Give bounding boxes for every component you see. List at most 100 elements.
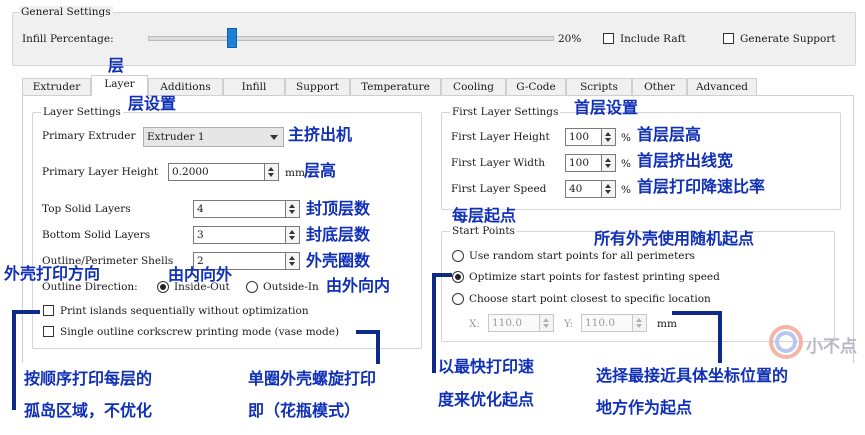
tab-additions[interactable]: Additions	[148, 78, 223, 95]
annotation-fastest-line1: 以最快打印速	[438, 357, 535, 376]
first-layer-speed-input[interactable]: 40	[565, 180, 602, 198]
first-layer-width-input[interactable]: 100	[565, 154, 602, 172]
outside-in-label: Outside-In	[263, 281, 319, 293]
x-coordinate-spinner[interactable]	[540, 314, 554, 332]
y-coordinate-input[interactable]: 110.0	[581, 314, 633, 332]
bottom-solid-layers-label: Bottom Solid Layers	[42, 229, 151, 241]
y-coordinate-value: 110.0	[585, 317, 616, 329]
closest-start-radio[interactable]	[452, 293, 464, 305]
bottom-solid-layers-input[interactable]: 3	[193, 226, 286, 244]
tab-cooling[interactable]: Cooling	[441, 78, 506, 95]
fastest-start-radio[interactable]	[452, 271, 464, 283]
x-coordinate-input[interactable]: 110.0	[488, 314, 540, 332]
tab-temperature[interactable]: Temperature	[350, 78, 441, 95]
annotation-vase-line2: 即（花瓶模式）	[248, 401, 361, 420]
annotation-layer-tab: 层	[108, 56, 125, 75]
primary-extruder-select[interactable]: Extruder 1	[143, 127, 284, 147]
tab-support-label: Support	[296, 81, 339, 93]
tab-infill[interactable]: Infill	[223, 78, 285, 95]
first-layer-settings-title: First Layer Settings	[450, 106, 561, 118]
annotation-shells: 外壳圈数	[306, 251, 371, 270]
x-coordinate-value: 110.0	[492, 317, 523, 329]
tab-scripts[interactable]: Scripts	[566, 78, 632, 95]
annotation-islands-line1: 按顺序打印每层的	[24, 369, 153, 388]
tab-additions-label: Additions	[160, 81, 211, 93]
first-layer-speed-spinner[interactable]	[602, 180, 616, 198]
annotation-closest-line1: 选择最接近具体坐标位置的	[596, 366, 789, 385]
annotation-layer-settings: 层设置	[128, 94, 177, 113]
first-layer-height-unit: %	[621, 132, 631, 144]
annotation-primary-extruder: 主挤出机	[288, 125, 353, 144]
annotation-outline-direction: 外壳打印方向	[4, 264, 101, 283]
primary-layer-height-input[interactable]: 0.2000	[168, 163, 265, 181]
primary-layer-height-value: 0.2000	[172, 166, 209, 178]
first-layer-width-spinner[interactable]	[602, 154, 616, 172]
primary-layer-height-label: Primary Layer Height	[42, 166, 159, 178]
watermark-text: 小不点	[806, 337, 857, 357]
bottom-solid-layers-spinner[interactable]	[286, 226, 300, 244]
generate-support-label: Generate Support	[740, 33, 836, 45]
tab-layer[interactable]: Layer	[91, 75, 148, 96]
tab-support[interactable]: Support	[285, 78, 350, 95]
generate-support-checkbox[interactable]	[723, 33, 734, 44]
tab-temperature-label: Temperature	[361, 81, 430, 93]
top-solid-layers-spinner[interactable]	[286, 200, 300, 218]
annotation-vase-line1: 单圈外壳螺旋打印	[248, 369, 377, 388]
include-raft-checkbox[interactable]	[603, 33, 614, 44]
first-layer-height-value: 100	[569, 131, 590, 143]
x-coordinate-label: X:	[469, 318, 481, 330]
closest-start-label: Choose start point closest to specific l…	[469, 293, 711, 305]
bottom-solid-layers-value: 3	[197, 229, 204, 241]
single-outline-checkbox[interactable]	[43, 326, 54, 337]
primary-extruder-value: Extruder 1	[147, 131, 205, 143]
primary-layer-height-unit: mm	[285, 167, 305, 179]
infill-slider[interactable]	[148, 28, 554, 48]
infill-percentage-value: 20%	[558, 33, 582, 45]
top-solid-layers-input[interactable]: 4	[193, 200, 286, 218]
infill-slider-thumb[interactable]	[227, 28, 237, 48]
bracket-islands-h	[12, 310, 40, 314]
first-layer-height-label: First Layer Height	[451, 131, 550, 143]
annotation-islands-line2: 孤岛区域，不优化	[24, 401, 153, 420]
fastest-start-label: Optimize start points for fastest printi…	[469, 271, 720, 283]
tab-gcode-label: G-Code	[516, 81, 556, 93]
first-layer-height-spinner[interactable]	[602, 128, 616, 146]
general-settings-title: General Settings	[19, 6, 113, 18]
first-layer-width-label: First Layer Width	[451, 157, 546, 169]
random-start-radio[interactable]	[452, 250, 464, 262]
bracket-closest-h	[672, 311, 722, 315]
annotation-first-layer-settings: 首层设置	[574, 98, 639, 117]
tab-advanced[interactable]: Advanced	[687, 78, 757, 95]
primary-extruder-label: Primary Extruder	[42, 130, 136, 142]
first-layer-height-input[interactable]: 100	[565, 128, 602, 146]
layer-settings-title: Layer Settings	[41, 106, 123, 118]
bracket-closest-v	[718, 311, 722, 363]
annotation-layer-height: 层高	[304, 161, 337, 180]
annotation-bottom-layers: 封底层数	[306, 225, 371, 244]
tab-extruder[interactable]: Extruder	[22, 78, 91, 95]
outside-in-radio[interactable]	[246, 281, 258, 293]
infill-percentage-label: Infill Percentage:	[22, 33, 114, 45]
watermark-logo	[768, 324, 804, 360]
first-layer-speed-label: First Layer Speed	[451, 183, 547, 195]
start-points-title: Start Points	[450, 225, 517, 237]
infill-slider-track	[148, 36, 554, 41]
tab-scripts-label: Scripts	[580, 81, 618, 93]
primary-layer-height-spinner[interactable]	[265, 163, 279, 181]
annotation-random-start: 所有外壳使用随机起点	[594, 229, 755, 248]
annotation-top-layers: 封顶层数	[306, 199, 371, 218]
annotation-outside-in: 由外向内	[326, 276, 391, 295]
bracket-vase-v	[376, 330, 380, 364]
top-solid-layers-label: Top Solid Layers	[42, 203, 131, 215]
y-coordinate-label: Y:	[564, 318, 574, 330]
tab-other[interactable]: Other	[632, 78, 687, 95]
first-layer-width-value: 100	[569, 157, 590, 169]
tab-gcode[interactable]: G-Code	[506, 78, 566, 95]
bracket-fastest-v	[432, 273, 436, 373]
annotation-first-layer-height: 首层层高	[637, 125, 702, 144]
y-coordinate-spinner[interactable]	[633, 314, 647, 332]
print-islands-checkbox[interactable]	[43, 305, 54, 316]
tab-advanced-label: Advanced	[695, 81, 749, 93]
tab-infill-label: Infill	[241, 81, 267, 93]
outline-shells-spinner[interactable]	[286, 252, 300, 270]
